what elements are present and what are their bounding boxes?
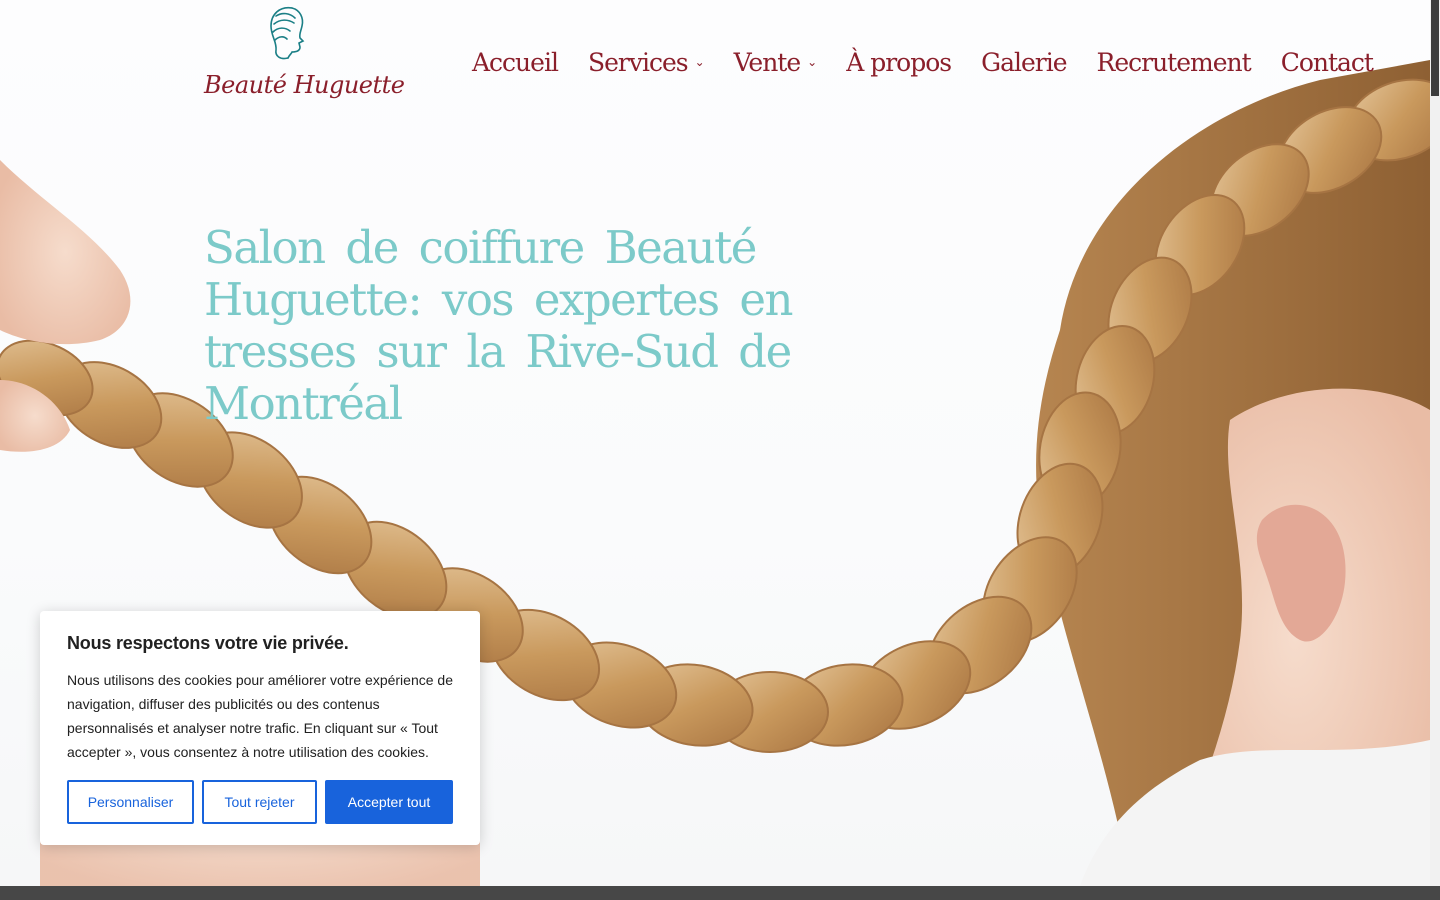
cookie-buttons: Personnaliser Tout rejeter Accepter tout [67, 780, 453, 824]
site-logo-text: Beauté Huguette [204, 71, 405, 99]
nav-item-contact[interactable]: Contact [1280, 47, 1374, 77]
reject-all-button[interactable]: Tout rejeter [202, 780, 317, 824]
nav-item-label: Recrutement [1096, 47, 1252, 77]
main-nav: Accueil Services ⌄ Vente ⌄ À propos Gale… [472, 44, 1374, 80]
footer-strip [0, 886, 1440, 900]
cookie-consent-banner: Nous respectons votre vie privée. Nous u… [40, 611, 480, 845]
nav-item-recrutement[interactable]: Recrutement [1096, 47, 1252, 77]
nav-item-label: Services [587, 47, 689, 77]
nav-item-galerie[interactable]: Galerie [981, 47, 1067, 77]
cookie-description: Nous utilisons des cookies pour améliore… [67, 672, 453, 760]
cookie-title: Nous respectons votre vie privée. [67, 633, 349, 653]
woman-profile-icon [270, 6, 305, 60]
nav-item-label: Accueil [472, 47, 559, 77]
nav-item-label: À propos [846, 47, 952, 77]
chevron-down-icon: ⌄ [807, 55, 817, 69]
nav-item-vente[interactable]: Vente ⌄ [733, 47, 818, 77]
scrollbar-thumb[interactable] [1431, 0, 1439, 96]
page: Beauté Huguette Accueil Services ⌄ Vente… [0, 0, 1440, 900]
nav-item-label: Contact [1280, 47, 1374, 77]
site-logo[interactable]: Beauté Huguette [204, 4, 405, 104]
nav-item-label: Vente [733, 47, 801, 77]
chevron-down-icon: ⌄ [694, 55, 705, 69]
accept-all-button[interactable]: Accepter tout [325, 780, 453, 824]
nav-item-services[interactable]: Services ⌄ [587, 47, 705, 77]
hero-title: Salon de coiffure Beauté Huguette: vos e… [204, 221, 794, 430]
customize-button[interactable]: Personnaliser [67, 780, 194, 824]
nav-item-label: Galerie [981, 47, 1067, 77]
nav-item-a-propos[interactable]: À propos [846, 47, 952, 77]
scrollbar[interactable] [1430, 0, 1440, 886]
nav-item-accueil[interactable]: Accueil [472, 47, 559, 77]
